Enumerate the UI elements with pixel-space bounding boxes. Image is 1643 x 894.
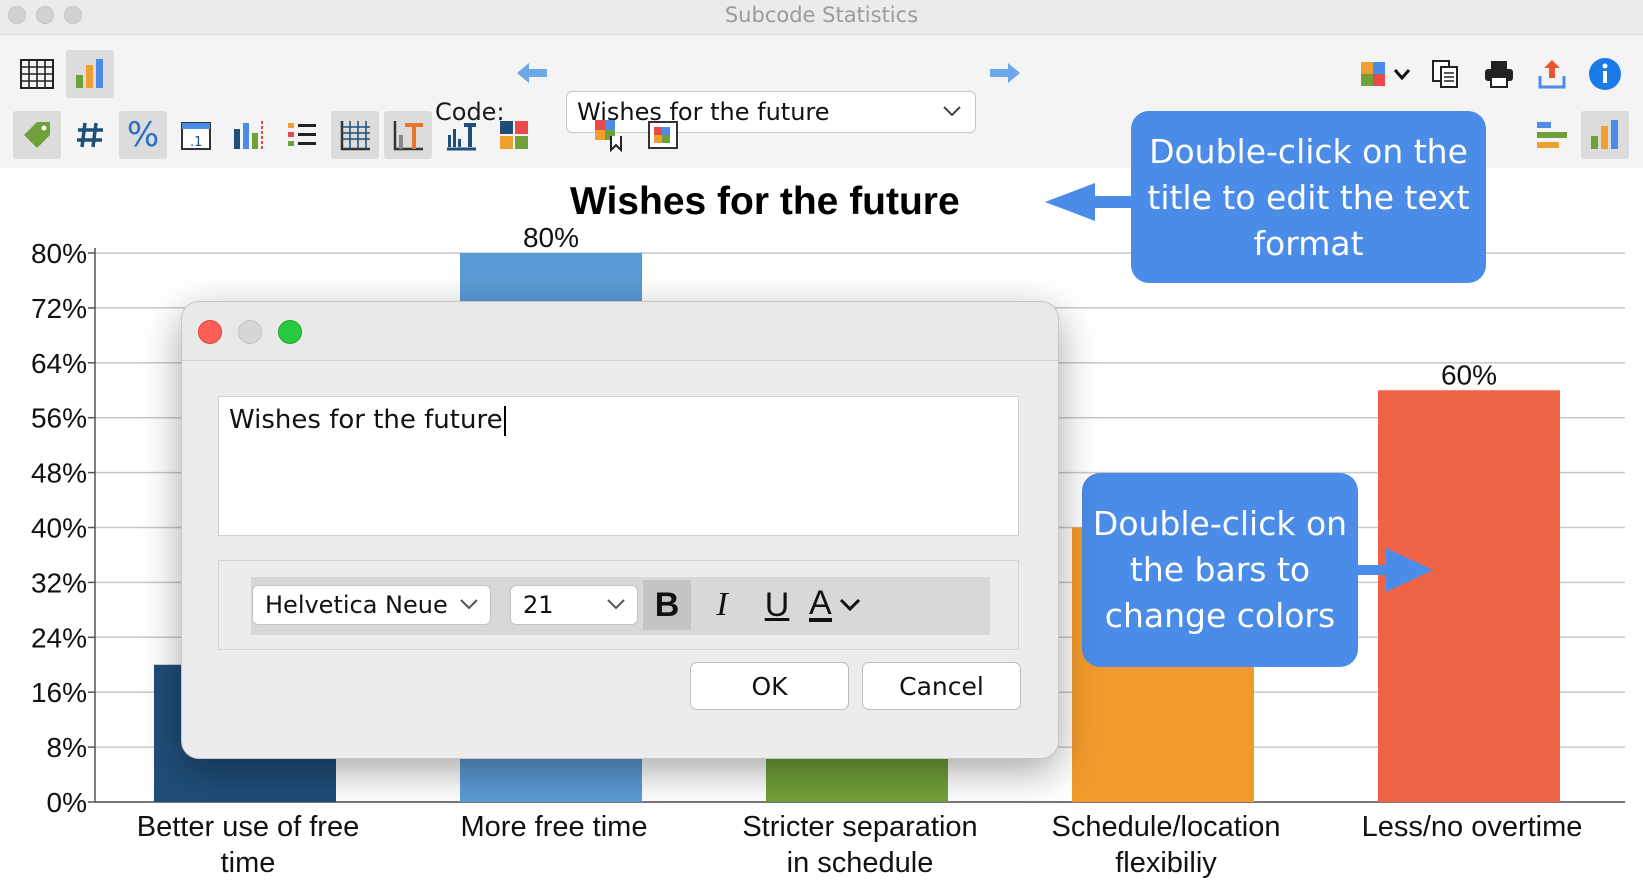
- bars-callout-arrow-icon: [1356, 548, 1433, 592]
- title-hint-line: title to edit the text: [1147, 178, 1470, 217]
- bold-button[interactable]: B: [643, 580, 691, 630]
- underline-button[interactable]: U: [753, 580, 801, 630]
- bars-hint-line: Double-click on: [1092, 504, 1348, 543]
- title-hint-line: Double-click on the: [1149, 132, 1468, 171]
- chevron-down-icon: [458, 591, 480, 623]
- text-caret: [503, 405, 506, 436]
- dialog-zoom-button[interactable]: [278, 320, 302, 344]
- italic-button[interactable]: I: [698, 580, 746, 630]
- format-panel: Helvetica Neue 21 B I U A: [218, 560, 1019, 650]
- title-callout-arrow-icon: [1045, 183, 1132, 221]
- dialog-close-button[interactable]: [198, 320, 222, 344]
- font-size-value: 21: [523, 591, 554, 619]
- format-toolbar: Helvetica Neue 21 B I U A: [251, 577, 990, 635]
- dialog-minimize-button[interactable]: [238, 320, 262, 344]
- bars-hint-line: change colors: [1104, 596, 1336, 635]
- chevron-down-icon: [605, 591, 627, 623]
- ok-button[interactable]: OK: [690, 662, 849, 710]
- text-color-letter: A: [809, 584, 832, 622]
- cancel-button[interactable]: Cancel: [862, 662, 1021, 710]
- font-family-select[interactable]: Helvetica Neue: [252, 585, 491, 625]
- title-text-field[interactable]: Wishes for the future: [218, 396, 1019, 536]
- bar-colors-callout: Double-click on the bars to change color…: [1082, 473, 1358, 667]
- dialog-titlebar: [182, 302, 1058, 361]
- text-color-button[interactable]: A: [809, 580, 879, 630]
- font-family-value: Helvetica Neue: [265, 591, 448, 619]
- title-hint-line: format: [1253, 224, 1364, 263]
- edit-title-dialog: Wishes for the future Helvetica Neue 21 …: [181, 301, 1059, 759]
- bars-hint-line: the bars to: [1129, 550, 1311, 589]
- font-size-select[interactable]: 21: [510, 585, 638, 625]
- title-edit-callout: Double-click on the title to edit the te…: [1131, 111, 1486, 283]
- chevron-down-icon: [839, 598, 860, 612]
- title-text-value: Wishes for the future: [229, 405, 503, 435]
